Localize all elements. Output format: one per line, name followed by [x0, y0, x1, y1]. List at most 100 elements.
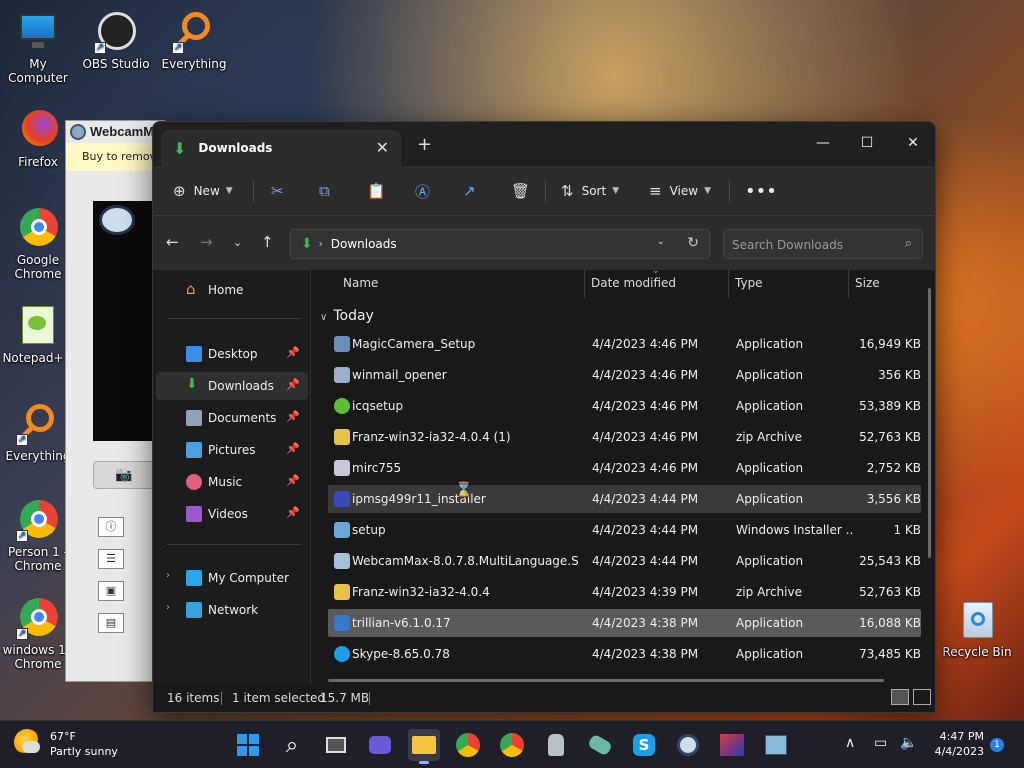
file-row[interactable]: winmail_opener 4/4/2023 4:46 PM Applicat… — [328, 361, 921, 389]
info-icon[interactable]: ⓘ — [98, 517, 124, 537]
close-window-button[interactable]: ✕ — [891, 128, 935, 158]
search-input[interactable]: Search Downloads ⌕ — [723, 229, 923, 259]
file-row[interactable]: icqsetup 4/4/2023 4:46 PM Application 53… — [328, 392, 921, 420]
column-date-modified[interactable]: Date modified — [591, 276, 676, 290]
sidebar-item-music[interactable]: Music 📌 — [156, 468, 308, 496]
recent-chevron-icon[interactable]: ⌄ — [233, 236, 242, 249]
details-view-icon[interactable] — [891, 689, 909, 705]
clock[interactable]: 4:47 PM 4/4/2023 — [935, 729, 984, 759]
desktop-icon-my-computer[interactable]: My Computer — [0, 10, 76, 85]
file-row[interactable]: Skype-8.65.0.78 4/4/2023 4:38 PM Applica… — [328, 640, 921, 668]
file-row[interactable]: MagicCamera_Setup 4/4/2023 4:46 PM Appli… — [328, 330, 921, 358]
file-row[interactable]: Franz-win32-ia32-4.0.4 (1) 4/4/2023 4:46… — [328, 423, 921, 451]
close-tab-icon[interactable]: ✕ — [376, 138, 389, 157]
webcammax-title-bar[interactable]: WebcamM — [66, 121, 164, 143]
pin-icon[interactable]: 📌 — [286, 378, 300, 391]
file-row[interactable]: mirc755 4/4/2023 4:46 PM Application 2,7… — [328, 454, 921, 482]
skype-taskbar-icon[interactable]: S — [628, 729, 660, 761]
list-icon[interactable]: ☰ — [98, 549, 124, 569]
setup-app-icon[interactable] — [760, 729, 792, 761]
robot-app-icon[interactable] — [540, 729, 572, 761]
pin-icon[interactable]: 📌 — [286, 410, 300, 423]
chrome-taskbar-icon[interactable] — [452, 729, 484, 761]
expand-chevron-icon[interactable]: › — [166, 570, 170, 581]
file-row[interactable]: setup 4/4/2023 4:44 PM Windows Installer… — [328, 516, 921, 544]
maximize-button[interactable]: ☐ — [845, 128, 889, 158]
webcammax-window[interactable]: WebcamM Buy to remove 📷 ⓘ ☰ ▣ ▤ — [65, 120, 165, 682]
file-explorer-taskbar-icon[interactable] — [408, 729, 440, 764]
vertical-scrollbar[interactable] — [928, 288, 931, 558]
file-row[interactable]: Franz-win32-ia32-4.0.4 4/4/2023 4:39 PM … — [328, 578, 921, 606]
breadcrumb-downloads[interactable]: Downloads — [331, 237, 397, 251]
desktop-icon-everything[interactable]: ↗ Everything — [156, 10, 232, 71]
column-name[interactable]: Name — [343, 276, 378, 290]
delete-button[interactable]: 🗑 — [511, 178, 538, 204]
horizontal-scrollbar[interactable] — [328, 679, 884, 682]
column-divider[interactable] — [584, 270, 585, 298]
column-divider[interactable] — [728, 270, 729, 298]
share-button[interactable]: ↗ — [463, 178, 484, 204]
navigation-pane[interactable]: ⌂ Home Desktop 📌 ⬇ Downloads 📌 Documents… — [153, 270, 311, 684]
webcammax-banner[interactable]: Buy to remove — [66, 143, 164, 171]
sidebar-item-videos[interactable]: Videos 📌 — [156, 500, 308, 528]
back-arrow-icon[interactable]: ← — [166, 233, 179, 251]
up-arrow-icon[interactable]: ↑ — [261, 233, 274, 251]
pin-icon[interactable]: 📌 — [286, 474, 300, 487]
sidebar-item-home[interactable]: ⌂ Home — [156, 276, 308, 304]
desktop-icon-obs-studio[interactable]: ↗ OBS Studio — [78, 10, 154, 71]
volume-icon[interactable]: 🔈 — [900, 735, 917, 751]
pin-icon[interactable]: 📌 — [286, 442, 300, 455]
minimize-button[interactable]: — — [801, 128, 845, 158]
refresh-icon[interactable]: ↻ — [687, 235, 699, 251]
cut-button[interactable]: ✂ — [271, 178, 292, 204]
file-row-selected[interactable]: trillian-v6.1.0.17 4/4/2023 4:38 PM Appl… — [328, 609, 921, 637]
meet-camera-icon[interactable] — [364, 729, 396, 761]
media-app-icon[interactable] — [716, 729, 748, 761]
column-divider[interactable] — [848, 270, 849, 298]
taskbar-search-icon[interactable]: ⌕ — [276, 729, 308, 761]
sidebar-item-downloads[interactable]: ⬇ Downloads 📌 — [156, 372, 308, 400]
expand-chevron-icon[interactable]: › — [166, 602, 170, 613]
file-row[interactable]: WebcamMax-8.0.7.8.MultiLanguage.Setup 4/… — [328, 547, 921, 575]
collapse-chevron-icon[interactable]: ∨ — [320, 312, 327, 323]
pin-icon[interactable]: 📌 — [286, 346, 300, 359]
sidebar-item-desktop[interactable]: Desktop 📌 — [156, 340, 308, 368]
file-explorer-window[interactable]: ⬇ Downloads ✕ + — ☐ ✕ ⊕ New ▼ ✂ ⧉ 📋 Ⓐ ↗ … — [152, 121, 936, 713]
film-icon[interactable]: ▤ — [98, 613, 124, 633]
snapshot-camera-icon[interactable]: 📷 — [93, 461, 155, 489]
sidebar-item-my-computer[interactable]: › My Computer — [156, 564, 308, 592]
new-button[interactable]: ⊕ New ▼ — [173, 178, 233, 204]
task-view-icon[interactable] — [320, 729, 352, 761]
view-button[interactable]: ≡ View ▼ — [649, 178, 711, 204]
rename-button[interactable]: Ⓐ — [415, 178, 438, 204]
column-type[interactable]: Type — [735, 276, 763, 290]
pin-icon[interactable]: 📌 — [286, 506, 300, 519]
address-dropdown-icon[interactable]: ⌄ — [657, 236, 665, 247]
chrome-profile-taskbar-icon[interactable] — [496, 729, 528, 761]
webcammax-taskbar-icon[interactable] — [672, 729, 704, 761]
forward-arrow-icon[interactable]: → — [200, 233, 213, 251]
group-header-today[interactable]: ∨ Today — [320, 308, 374, 324]
tiles-view-icon[interactable] — [913, 689, 931, 705]
desktop-icon-recycle-bin[interactable]: Recycle Bin — [937, 598, 1017, 659]
picture-icon[interactable]: ▣ — [98, 581, 124, 601]
notification-badge[interactable]: 1 — [990, 738, 1004, 752]
file-row-hovered[interactable]: ipmsg499r11_installer 4/4/2023 4:44 PM A… — [328, 485, 921, 513]
column-size[interactable]: Size — [855, 276, 880, 290]
file-list[interactable]: Name Date modified ⌄ Type Size ∨ Today Ma… — [312, 266, 935, 684]
paste-button[interactable]: 📋 — [367, 178, 394, 204]
show-hidden-icons-chevron[interactable]: ∧ — [845, 735, 855, 751]
more-options-button[interactable]: ••• — [745, 178, 777, 204]
sort-button[interactable]: ⇅ Sort ▼ — [561, 178, 619, 204]
sidebar-item-network[interactable]: › Network — [156, 596, 308, 624]
network-status-icon[interactable]: ▭ — [874, 735, 887, 751]
address-bar[interactable]: ⬇ › Downloads ⌄ ↻ — [290, 229, 710, 259]
tab-downloads[interactable]: ⬇ Downloads ✕ — [161, 130, 401, 166]
network-tool-icon[interactable] — [584, 729, 616, 761]
copy-button[interactable]: ⧉ — [319, 178, 338, 204]
start-button[interactable] — [232, 729, 264, 761]
new-tab-button[interactable]: + — [417, 134, 432, 155]
weather-widget[interactable]: 67°F Partly sunny — [14, 729, 118, 759]
sidebar-item-pictures[interactable]: Pictures 📌 — [156, 436, 308, 464]
sidebar-item-documents[interactable]: Documents 📌 — [156, 404, 308, 432]
